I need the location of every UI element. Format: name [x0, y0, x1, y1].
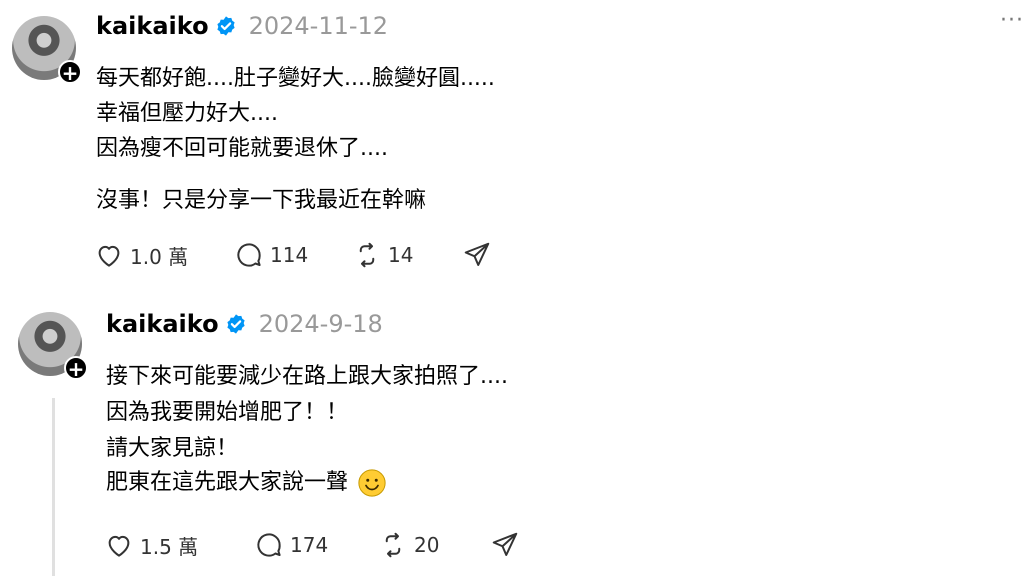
- send-icon: [464, 242, 490, 266]
- post-text-line: 每天都好飽....肚子變好大....臉變好圓.....: [96, 66, 495, 91]
- comment-button[interactable]: 174: [254, 530, 378, 560]
- like-count: 1.0 萬: [130, 244, 189, 269]
- comment-count: 174: [290, 533, 329, 557]
- username[interactable]: kaikaiko: [106, 310, 219, 338]
- post-text-line: 接下來可能要減少在路上跟大家拍照了....: [106, 364, 508, 389]
- like-button[interactable]: 1.5 萬: [104, 530, 254, 560]
- like-count: 1.5 萬: [140, 534, 199, 559]
- post-actions: 1.5 萬 174 20: [104, 530, 520, 560]
- post-2: + kaikaiko 2024-9-18 接下來可能要減少在路上跟大家拍照了..…: [0, 290, 1024, 576]
- comment-bubble-icon: [257, 533, 281, 557]
- post-text-line: 幸福但壓力好大....: [96, 101, 278, 126]
- post-text-line: 因為我要開始增肥了！！: [106, 400, 349, 425]
- repost-count: 20: [414, 533, 440, 557]
- share-button[interactable]: [462, 240, 492, 270]
- follow-plus-icon[interactable]: +: [64, 356, 88, 380]
- post-text-line: 沒事！只是分享一下我最近在幹嘛: [96, 188, 427, 213]
- more-options-icon[interactable]: ···: [1000, 8, 1024, 33]
- post-date[interactable]: 2024-11-12: [249, 12, 388, 40]
- repost-button[interactable]: 14: [352, 240, 462, 270]
- share-button[interactable]: [490, 530, 520, 560]
- thread-connector-line: [52, 398, 55, 576]
- heart-icon: [108, 535, 130, 557]
- post-header: kaikaiko 2024-11-12: [96, 12, 388, 40]
- post-date[interactable]: 2024-9-18: [259, 310, 383, 338]
- verified-badge-icon: [226, 314, 245, 334]
- post-1: + kaikaiko 2024-11-12 ··· 每天都好飽....肚子變好大…: [0, 0, 1024, 290]
- repost-icon: [385, 532, 401, 558]
- smiley-emoji-icon: [358, 469, 386, 497]
- post-actions: 1.0 萬 114 14: [94, 240, 492, 270]
- comment-count: 114: [270, 243, 309, 267]
- repost-icon: [359, 242, 375, 268]
- avatar[interactable]: +: [12, 16, 82, 84]
- repost-button[interactable]: 20: [378, 530, 490, 560]
- verified-badge-icon: [216, 16, 235, 36]
- username[interactable]: kaikaiko: [96, 12, 209, 40]
- comment-button[interactable]: 114: [234, 240, 352, 270]
- post-text-line-with-emoji: 肥東在這先跟大家說一聲: [106, 464, 387, 498]
- post-text: 肥東在這先跟大家說一聲: [106, 470, 349, 495]
- like-button[interactable]: 1.0 萬: [94, 240, 234, 270]
- repost-count: 14: [388, 243, 414, 267]
- avatar[interactable]: +: [18, 312, 88, 380]
- follow-plus-icon[interactable]: +: [58, 60, 82, 84]
- send-icon: [492, 532, 518, 556]
- post-text-line: 請大家見諒！: [106, 436, 239, 461]
- comment-bubble-icon: [237, 243, 261, 267]
- post-header: kaikaiko 2024-9-18: [106, 310, 383, 338]
- heart-icon: [98, 245, 120, 267]
- post-text-line: 因為瘦不回可能就要退休了....: [96, 136, 388, 161]
